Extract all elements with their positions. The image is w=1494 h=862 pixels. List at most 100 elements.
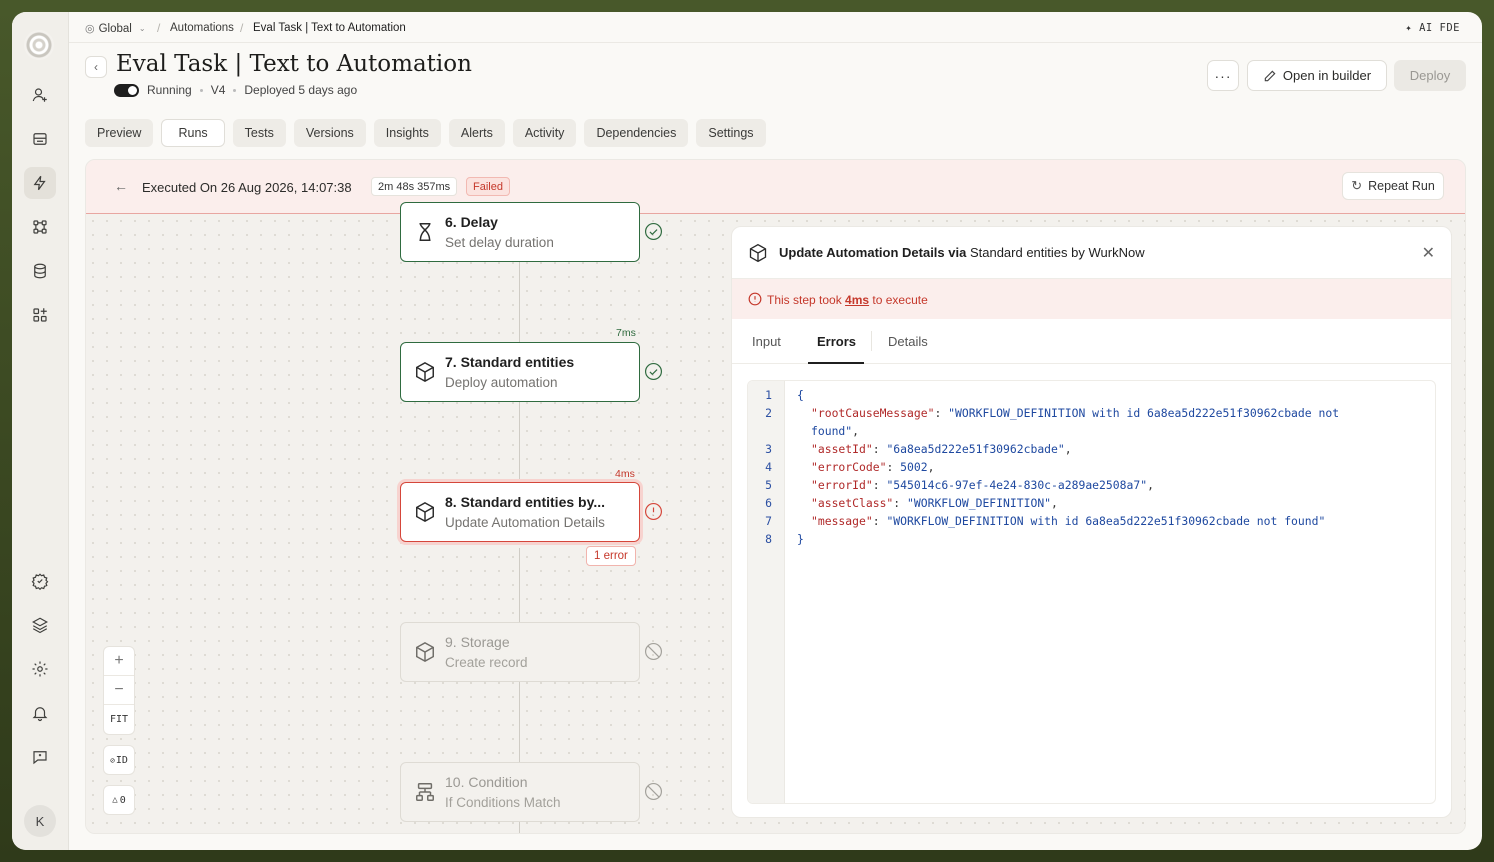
sidebar: K bbox=[12, 12, 69, 850]
detail-title-vendor: WurkNow bbox=[1088, 245, 1145, 260]
ellipsis-icon: ··· bbox=[1214, 67, 1232, 84]
code-line: "errorId": "545014c6-97ef-4e24-830c-a289… bbox=[811, 478, 1154, 492]
close-icon[interactable]: ✕ bbox=[1422, 243, 1435, 263]
globe-icon: ◎ bbox=[85, 23, 95, 35]
running-toggle[interactable] bbox=[114, 83, 139, 97]
zoom-in-button[interactable]: + bbox=[104, 647, 134, 676]
logo-icon[interactable] bbox=[24, 30, 54, 60]
run-panel: ← Executed On 26 Aug 2026, 14:07:38 2m 4… bbox=[85, 159, 1466, 834]
tab-bar: Preview Runs Tests Versions Insights Ale… bbox=[85, 119, 766, 147]
zoom-controls: + − FIT bbox=[103, 646, 135, 735]
ai-fde-label: AI FDE bbox=[1419, 22, 1460, 34]
line-number: 8 bbox=[765, 532, 772, 546]
tab-runs[interactable]: Runs bbox=[161, 119, 225, 147]
node-title: 10. Condition bbox=[445, 774, 528, 790]
warning-icon: △ bbox=[112, 795, 118, 805]
tab-tests[interactable]: Tests bbox=[232, 119, 286, 147]
cube-icon bbox=[414, 361, 436, 383]
breadcrumb-separator: / bbox=[240, 21, 244, 35]
error-json-viewer[interactable]: 1 {2 "rootCauseMessage": "WORKFLOW_DEFINIT… bbox=[747, 380, 1436, 804]
alert-circle-icon bbox=[748, 292, 762, 306]
fit-button[interactable]: FIT bbox=[104, 705, 134, 734]
run-header: ← Executed On 26 Aug 2026, 14:07:38 2m 4… bbox=[86, 160, 1465, 214]
code-line: { bbox=[797, 388, 804, 402]
database-icon[interactable] bbox=[24, 255, 56, 287]
code-line: "assetId": "6a8ea5d222e51f30962cbade", bbox=[811, 442, 1072, 456]
tab-input[interactable]: Input bbox=[752, 334, 781, 349]
dot-separator bbox=[233, 88, 237, 92]
flow-node-storage[interactable]: 9. Storage Create record bbox=[400, 622, 640, 682]
tab-details[interactable]: Details bbox=[888, 334, 928, 349]
tab-preview[interactable]: Preview bbox=[85, 119, 154, 147]
flow-canvas[interactable]: 6. Delay Set delay duration 7ms 7. Stand… bbox=[86, 202, 1465, 833]
repeat-run-button[interactable]: ↻ Repeat Run bbox=[1342, 172, 1444, 200]
flow-node-update-automation[interactable]: 8. Standard entities by... Update Automa… bbox=[400, 482, 640, 542]
code-line: found", bbox=[811, 424, 860, 438]
executed-on: Executed On 26 Aug 2026, 14:07:38 bbox=[142, 180, 352, 195]
detail-title: Update Automation Details via Standard e… bbox=[779, 245, 1145, 260]
eye-off-icon: ⊘ bbox=[110, 755, 115, 765]
tab-settings[interactable]: Settings bbox=[696, 119, 766, 147]
breadcrumb-automations[interactable]: Automations bbox=[170, 22, 234, 34]
refresh-icon: ↻ bbox=[1351, 178, 1363, 193]
automation-bolt-icon[interactable] bbox=[24, 167, 56, 199]
tab-insights[interactable]: Insights bbox=[373, 119, 441, 147]
duration-badge: 2m 48s 357ms bbox=[371, 177, 458, 196]
back-button[interactable]: ‹ bbox=[85, 56, 107, 78]
users-icon[interactable] bbox=[24, 79, 56, 111]
line-number: 1 bbox=[765, 388, 772, 402]
inbox-icon[interactable] bbox=[24, 123, 56, 155]
toggle-id-button[interactable]: ⊘ ID bbox=[103, 745, 135, 775]
apps-icon[interactable] bbox=[24, 299, 56, 331]
window-frame: K ◎ Global ⌄ / Automations / Eval Task |… bbox=[0, 0, 1494, 862]
detail-title-via: via bbox=[944, 245, 970, 260]
connector bbox=[519, 548, 520, 622]
detail-header: Update Automation Details via Standard e… bbox=[732, 227, 1451, 279]
error-count-badge[interactable]: 1 error bbox=[586, 546, 636, 566]
workflow-icon[interactable] bbox=[24, 211, 56, 243]
deploy-button[interactable]: Deploy bbox=[1394, 60, 1466, 91]
node-subtitle: If Conditions Match bbox=[445, 795, 561, 810]
settings-gear-icon[interactable] bbox=[24, 653, 56, 685]
version-text: V4 bbox=[210, 83, 226, 97]
line-number: 3 bbox=[765, 442, 772, 456]
connector bbox=[519, 402, 520, 482]
open-builder-label: Open in builder bbox=[1282, 68, 1372, 83]
status-text: Running bbox=[147, 83, 192, 97]
app-window: K ◎ Global ⌄ / Automations / Eval Task |… bbox=[12, 12, 1482, 850]
flow-node-condition[interactable]: 10. Condition If Conditions Match bbox=[400, 762, 640, 822]
tab-versions[interactable]: Versions bbox=[293, 119, 366, 147]
detail-title-entity: Standard entities bbox=[969, 245, 1068, 260]
open-builder-button[interactable]: Open in builder bbox=[1247, 60, 1387, 91]
flow-node-standard-entities[interactable]: 7. Standard entities Deploy automation bbox=[400, 342, 640, 402]
tab-dependencies[interactable]: Dependencies bbox=[584, 119, 689, 147]
node-title: 7. Standard entities bbox=[445, 354, 575, 370]
node-title: 8. Standard entities by... bbox=[445, 494, 606, 510]
branch-icon bbox=[414, 781, 436, 803]
detail-title-by: by bbox=[1067, 245, 1089, 260]
zoom-out-button[interactable]: − bbox=[104, 676, 134, 705]
layers-icon[interactable] bbox=[24, 609, 56, 641]
feedback-icon[interactable] bbox=[24, 741, 56, 773]
flow-node-delay[interactable]: 6. Delay Set delay duration bbox=[400, 202, 640, 262]
cube-icon bbox=[748, 243, 768, 268]
more-options-button[interactable]: ··· bbox=[1207, 60, 1239, 91]
dot-separator bbox=[199, 88, 203, 92]
top-bar: ◎ Global ⌄ / Automations / Eval Task | T… bbox=[69, 12, 1482, 43]
chevron-down-icon: ⌄ bbox=[138, 24, 146, 33]
warnings-button[interactable]: △ 0 bbox=[103, 785, 135, 815]
deployed-text: Deployed 5 days ago bbox=[244, 83, 358, 97]
ai-fde-button[interactable]: ✦ AI FDE bbox=[1405, 22, 1460, 34]
breadcrumb-scope[interactable]: ◎ Global ⌄ bbox=[85, 22, 146, 36]
active-tab-indicator bbox=[808, 362, 864, 364]
cube-icon bbox=[414, 641, 436, 663]
tab-alerts[interactable]: Alerts bbox=[448, 119, 505, 147]
tab-errors[interactable]: Errors bbox=[817, 334, 856, 349]
node-subtitle: Deploy automation bbox=[445, 375, 558, 390]
avatar[interactable]: K bbox=[24, 805, 56, 837]
bell-icon[interactable] bbox=[24, 697, 56, 729]
verified-icon[interactable] bbox=[24, 565, 56, 597]
arrow-left-icon[interactable]: ← bbox=[114, 178, 128, 194]
tab-activity[interactable]: Activity bbox=[512, 119, 577, 147]
line-number: 4 bbox=[765, 460, 772, 474]
